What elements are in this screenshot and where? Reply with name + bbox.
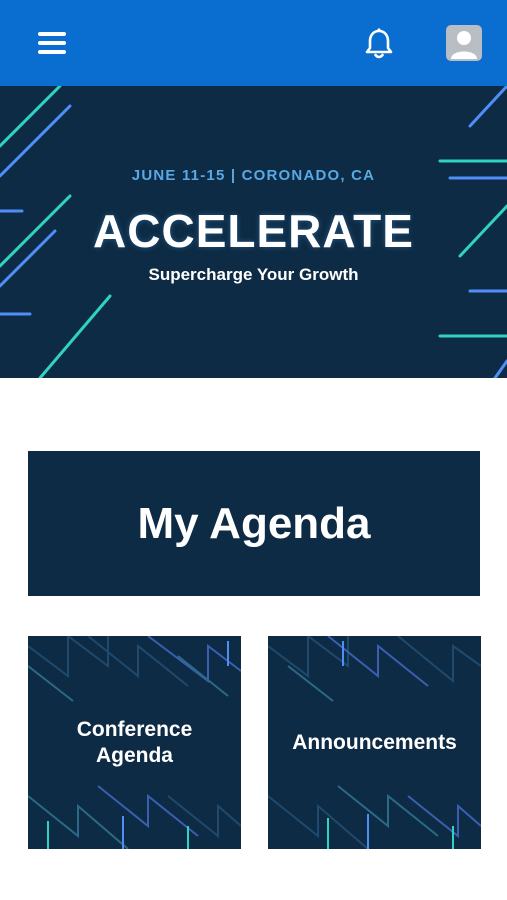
event-title: ACCELERATE	[93, 205, 414, 257]
user-avatar-icon	[451, 31, 477, 59]
announcements-tile[interactable]: Announcements	[268, 636, 481, 849]
event-date-location: JUNE 11-15 | CORONADO, CA	[131, 167, 376, 184]
conference-agenda-label: Conference Agenda	[28, 636, 241, 849]
event-banner: JUNE 11-15 | CORONADO, CA ACCELERATE Sup…	[0, 86, 507, 378]
notifications-button[interactable]	[361, 26, 397, 62]
conference-agenda-tile[interactable]: Conference Agenda	[28, 636, 241, 849]
profile-button[interactable]	[446, 25, 482, 61]
bell-icon	[365, 28, 393, 59]
top-app-bar	[0, 0, 507, 86]
my-agenda-tile[interactable]: My Agenda	[28, 451, 480, 596]
event-tagline: Supercharge Your Growth	[148, 265, 359, 284]
announcements-label: Announcements	[292, 730, 457, 754]
my-agenda-label: My Agenda	[137, 498, 371, 548]
conference-agenda-label-line2: Agenda	[95, 743, 173, 767]
conference-agenda-label-line1: Conference	[76, 717, 193, 741]
menu-button[interactable]	[36, 28, 70, 58]
